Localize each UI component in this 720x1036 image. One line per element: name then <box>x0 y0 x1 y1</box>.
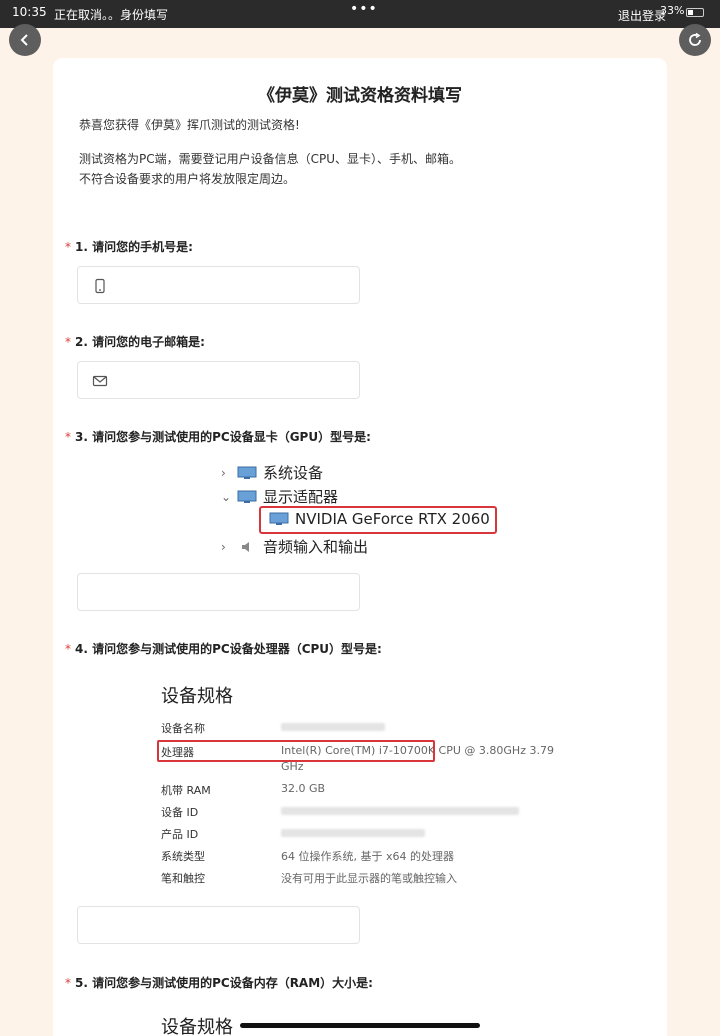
question-label: 3. 请问您参与测试使用的PC设备显卡（GPU）型号是: <box>75 430 371 444</box>
required-mark: * <box>65 430 71 444</box>
form-intro: 恭喜您获得《伊莫》挥爪测试的测试资格! 测试资格为PC端，需要登记用户设备信息（… <box>79 115 461 189</box>
spec-row-pen-touch: 笔和触控 没有可用于此显示器的笔或触控输入 <box>161 870 457 886</box>
display-adapter-icon <box>237 490 257 503</box>
spec-key: 笔和触控 <box>161 872 205 885</box>
question-label: 1. 请问您的手机号是: <box>75 240 193 254</box>
cpu-field[interactable] <box>77 906 360 944</box>
required-mark: * <box>65 976 71 990</box>
device-row-audio: › 音频输入和输出 <box>221 536 368 557</box>
form-title: 《伊莫》测试资格资料填写 <box>258 86 462 106</box>
intro-requirements: 测试资格为PC端，需要登记用户设备信息（CPU、显卡）、手机、邮箱。 <box>79 152 462 166</box>
spec-row-device-name: 设备名称 <box>161 720 385 736</box>
spec-value: 32.0 GB <box>281 782 326 795</box>
chevron-right-icon: › <box>221 465 226 480</box>
device-category-label: 音频输入和输出 <box>263 538 369 556</box>
spec-row-ram: 机带 RAM 32.0 GB <box>161 782 325 798</box>
device-row-system: › 系统设备 <box>221 462 323 483</box>
spec-value: 64 位操作系统, 基于 x64 的处理器 <box>281 850 454 863</box>
form-card: 《伊莫》测试资格资料填写 恭喜您获得《伊莫》挥爪测试的测试资格! 测试资格为PC… <box>53 58 667 1036</box>
required-mark: * <box>65 240 71 254</box>
chevron-left-icon <box>20 34 28 46</box>
logout-link[interactable]: 退出登录 <box>618 7 666 24</box>
more-menu-icon[interactable]: ••• <box>350 1 378 17</box>
spec-value: 没有可用于此显示器的笔或触控输入 <box>281 872 457 885</box>
question-label: 2. 请问您的电子邮箱是: <box>75 335 205 349</box>
question-phone: * 1. 请问您的手机号是: <box>65 238 193 255</box>
spec-row-device-id: 设备 ID <box>161 804 519 820</box>
spec-key: 产品 ID <box>161 828 199 841</box>
email-field[interactable] <box>77 361 360 399</box>
mail-icon <box>92 375 108 387</box>
gpu-example-image: › 系统设备 ⌄ 显示适配器 NVIDIA GeForce RTX 2060 ›… <box>221 458 503 562</box>
device-category-label: 显示适配器 <box>263 488 339 506</box>
status-bar: 10:35 正在取消。。身份填写 ••• 退出登录 33% <box>0 0 720 28</box>
gpu-field[interactable] <box>77 573 360 611</box>
ram-example-image-title: 设备规格 <box>161 1017 233 1036</box>
intro-congrats: 恭喜您获得《伊莫》挥爪测试的测试资格! <box>79 118 300 132</box>
question-email: * 2. 请问您的电子邮箱是: <box>65 333 205 350</box>
device-row-display: ⌄ 显示适配器 <box>221 486 338 507</box>
chevron-right-icon: › <box>221 539 226 554</box>
spec-key: 设备 ID <box>161 806 199 819</box>
refresh-button[interactable] <box>679 24 711 56</box>
battery-percent: 33% <box>660 4 685 17</box>
question-gpu: * 3. 请问您参与测试使用的PC设备显卡（GPU）型号是: <box>65 428 371 445</box>
redacted-value <box>281 723 385 731</box>
clock: 10:35 <box>12 5 47 19</box>
redacted-value <box>281 807 519 815</box>
spec-key: 系统类型 <box>161 850 205 863</box>
chevron-down-icon: ⌄ <box>221 489 232 504</box>
battery-icon <box>686 8 704 17</box>
spec-key: 设备名称 <box>161 722 205 735</box>
cpu-highlight-box <box>157 740 435 762</box>
tab-title[interactable]: 正在取消。。身份填写 <box>54 6 168 23</box>
intro-note: 不符合设备要求的用户将发放限定周边。 <box>79 172 296 186</box>
phone-icon <box>95 278 105 294</box>
question-label: 5. 请问您参与测试使用的PC设备内存（RAM）大小是: <box>75 976 373 990</box>
spec-row-product-id: 产品 ID <box>161 826 425 842</box>
question-ram: * 5. 请问您参与测试使用的PC设备内存（RAM）大小是: <box>65 974 373 991</box>
phone-field[interactable] <box>77 266 360 304</box>
cpu-example-image: 设备规格 设备名称 处理器 Intel(R) Core(TM) i7-10700… <box>149 664 569 894</box>
home-indicator[interactable] <box>240 1023 480 1028</box>
monitor-icon <box>237 466 257 479</box>
spec-title: 设备规格 <box>161 686 233 707</box>
back-button[interactable] <box>9 24 41 56</box>
refresh-icon <box>689 32 701 46</box>
required-mark: * <box>65 335 71 349</box>
speaker-icon <box>242 541 249 552</box>
spec-row-system-type: 系统类型 64 位操作系统, 基于 x64 的处理器 <box>161 848 454 864</box>
redacted-value <box>281 829 425 837</box>
question-cpu: * 4. 请问您参与测试使用的PC设备处理器（CPU）型号是: <box>65 640 382 657</box>
gpu-highlight-box <box>259 506 497 534</box>
spec-key: 机带 RAM <box>161 784 211 797</box>
device-category-label: 系统设备 <box>263 464 324 482</box>
required-mark: * <box>65 642 71 656</box>
question-label: 4. 请问您参与测试使用的PC设备处理器（CPU）型号是: <box>75 642 382 656</box>
